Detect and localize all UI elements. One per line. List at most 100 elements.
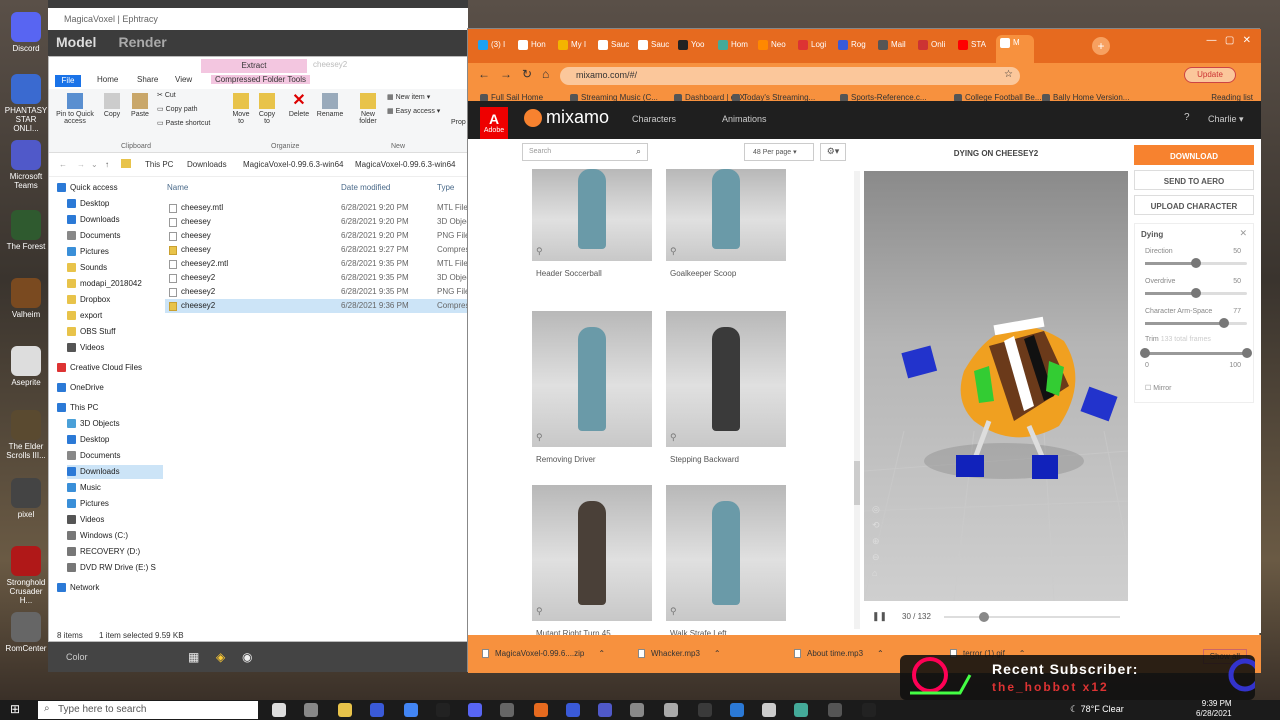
browser-tab[interactable]: Yoo (676, 37, 714, 57)
nav-item[interactable]: OneDrive (57, 381, 104, 395)
menu-render[interactable]: Render (118, 34, 166, 50)
reload-icon[interactable]: ↻ (522, 67, 532, 81)
file-row[interactable]: cheesey 6/28/2021 9:20 PM PNG File (165, 229, 469, 243)
up-icon[interactable]: ↑ (105, 160, 109, 169)
delete-button[interactable]: ✕ Delete (287, 93, 311, 119)
path-magicavoxel-inner[interactable]: MagicaVoxel-0.99.6.3-win64 (355, 160, 456, 169)
scrollbar[interactable] (854, 171, 860, 629)
home-icon[interactable]: ⌂ (542, 67, 549, 81)
nav-item[interactable]: This PC (57, 401, 98, 415)
nav-item[interactable]: RECOVERY (D:) (67, 545, 140, 559)
menu-model[interactable]: Model (56, 34, 96, 50)
file-row[interactable]: cheesey 6/28/2021 9:27 PM Compressed (165, 243, 482, 257)
extract-tab[interactable]: Extract (201, 59, 307, 73)
address-bar[interactable]: ← → ⌄ ↑ This PC Downloads MagicaVoxel-0.… (49, 155, 469, 177)
clock[interactable]: 9:39 PM 6/28/2021 (1196, 699, 1232, 719)
taskbar-app-icon[interactable] (436, 703, 450, 717)
tab-home[interactable]: Home (97, 75, 118, 84)
update-button[interactable]: Update (1184, 67, 1236, 83)
nav-item[interactable]: Pictures (67, 497, 109, 511)
easy-access-button[interactable]: ▦ Easy access ▾ (387, 107, 440, 115)
slider-knob[interactable] (1191, 288, 1201, 298)
desktop-icon[interactable]: Valheim (4, 278, 48, 330)
nav-item[interactable]: 3D Objects (67, 417, 120, 431)
slider-knob[interactable] (1191, 258, 1201, 268)
nav-item[interactable]: modapi_2018042 (67, 277, 142, 291)
animation-card[interactable]: ⚲ Header Soccerball (532, 169, 652, 289)
col-date[interactable]: Date modified (341, 183, 390, 192)
scroll-thumb[interactable] (854, 461, 860, 505)
adobe-logo[interactable]: A Adobe (480, 107, 508, 143)
3d-viewport[interactable]: ◎ ⟲ ⊕ ⊖ ⌂ (864, 171, 1128, 601)
taskbar-app-icon[interactable] (566, 703, 580, 717)
new-item-button[interactable]: ▦ New item ▾ (387, 93, 430, 101)
nav-item[interactable]: Music (67, 481, 101, 495)
col-type[interactable]: Type (437, 183, 454, 192)
taskbar-app-icon[interactable] (404, 703, 418, 717)
user-menu[interactable]: Charlie ▾ (1208, 114, 1244, 125)
cut-button[interactable]: ✂ Cut (157, 91, 176, 99)
timeline-track[interactable] (944, 612, 1120, 622)
new-tab-icon[interactable]: + (1092, 37, 1110, 55)
mixamo-brand[interactable]: mixamo (546, 107, 609, 128)
tab-compressed[interactable]: Compressed Folder Tools (211, 75, 311, 84)
tab-file[interactable]: File (55, 75, 81, 87)
pause-icon[interactable]: ❚❚ (872, 611, 887, 622)
send-to-aero-button[interactable]: SEND TO AERO (1134, 170, 1254, 190)
nav-item[interactable]: Windows (C:) (67, 529, 128, 543)
help-icon[interactable]: ? (1184, 112, 1190, 123)
param-slider[interactable] (1145, 318, 1247, 328)
nav-item[interactable]: Network (57, 581, 99, 595)
file-row[interactable]: cheesey 6/28/2021 9:20 PM 3D Object (165, 215, 473, 229)
taskbar-app-icon[interactable] (794, 703, 808, 717)
rename-button[interactable]: Rename (315, 93, 345, 118)
taskbar-app-icon[interactable] (630, 703, 644, 717)
star-icon[interactable]: ☆ (1004, 69, 1013, 80)
nav-animations[interactable]: Animations (722, 114, 767, 124)
browser-tab[interactable]: Hom (716, 37, 754, 57)
file-row[interactable]: cheesey2 6/28/2021 9:35 PM PNG File (165, 285, 469, 299)
desktop-icon[interactable]: RomCenter (4, 612, 48, 664)
nav-item[interactable]: Downloads (67, 465, 163, 479)
paste-button[interactable]: Paste (127, 93, 153, 118)
properties-button[interactable]: Prop (451, 119, 466, 126)
taskbar-app-icon[interactable] (762, 703, 776, 717)
download-item[interactable]: MagicaVoxel-0.99.6....zip ⌃ (482, 649, 605, 659)
color-label[interactable]: Color (66, 652, 88, 662)
taskbar-app-icon[interactable] (664, 703, 678, 717)
desktop-icon[interactable]: pixel (4, 478, 48, 530)
nav-item[interactable]: export (67, 309, 102, 323)
new-folder-button[interactable]: New folder (353, 93, 383, 125)
taskbar-app-icon[interactable] (828, 703, 842, 717)
nav-item[interactable]: Quick access (57, 181, 118, 195)
browser-tab[interactable]: (3) I (476, 37, 514, 57)
col-name[interactable]: Name (167, 183, 188, 192)
download-item[interactable]: Whacker.mp3 ⌃ (638, 649, 721, 659)
path-magicavoxel[interactable]: MagicaVoxel-0.99.6.3-win64 (243, 160, 344, 169)
search-input[interactable]: Search (522, 143, 648, 161)
animation-card[interactable]: ⚲ Goalkeeper Scoop (666, 169, 786, 289)
nav-item[interactable]: DVD RW Drive (E:) S (67, 561, 156, 575)
tab-view[interactable]: View (175, 75, 192, 84)
nav-item[interactable]: Videos (67, 341, 104, 355)
chevron-up-icon[interactable]: ⌃ (598, 649, 605, 658)
grid-icon[interactable]: ▦ (188, 650, 199, 664)
desktop-icon[interactable]: Microsoft Teams (4, 140, 48, 192)
animation-card[interactable]: ⚲ Mutant Right Turn 45 (532, 485, 652, 638)
param-slider[interactable] (1145, 288, 1247, 298)
copy-button[interactable]: Copy (99, 93, 125, 118)
settings-gear-icon[interactable]: ⚙▾ (820, 143, 846, 161)
taskbar-app-icon[interactable] (272, 703, 286, 717)
path-this-pc[interactable]: This PC (145, 160, 173, 169)
file-row[interactable]: cheesey.mtl 6/28/2021 9:20 PM MTL File (165, 201, 469, 215)
taskbar-app-icon[interactable] (862, 703, 876, 717)
desktop-icon[interactable]: The Forest (4, 210, 48, 262)
weather[interactable]: ☾ 78°F Clear (1070, 704, 1124, 715)
nav-item[interactable]: Pictures (67, 245, 109, 259)
browser-tab[interactable]: Onli (916, 37, 954, 57)
forward-icon[interactable]: → (500, 67, 512, 81)
nav-item[interactable]: Desktop (67, 197, 109, 211)
file-row[interactable]: cheesey2 6/28/2021 9:35 PM 3D Object (165, 271, 473, 285)
history-chevron-icon[interactable]: ⌄ (91, 160, 98, 169)
desktop-icon[interactable]: Discord (4, 12, 48, 64)
